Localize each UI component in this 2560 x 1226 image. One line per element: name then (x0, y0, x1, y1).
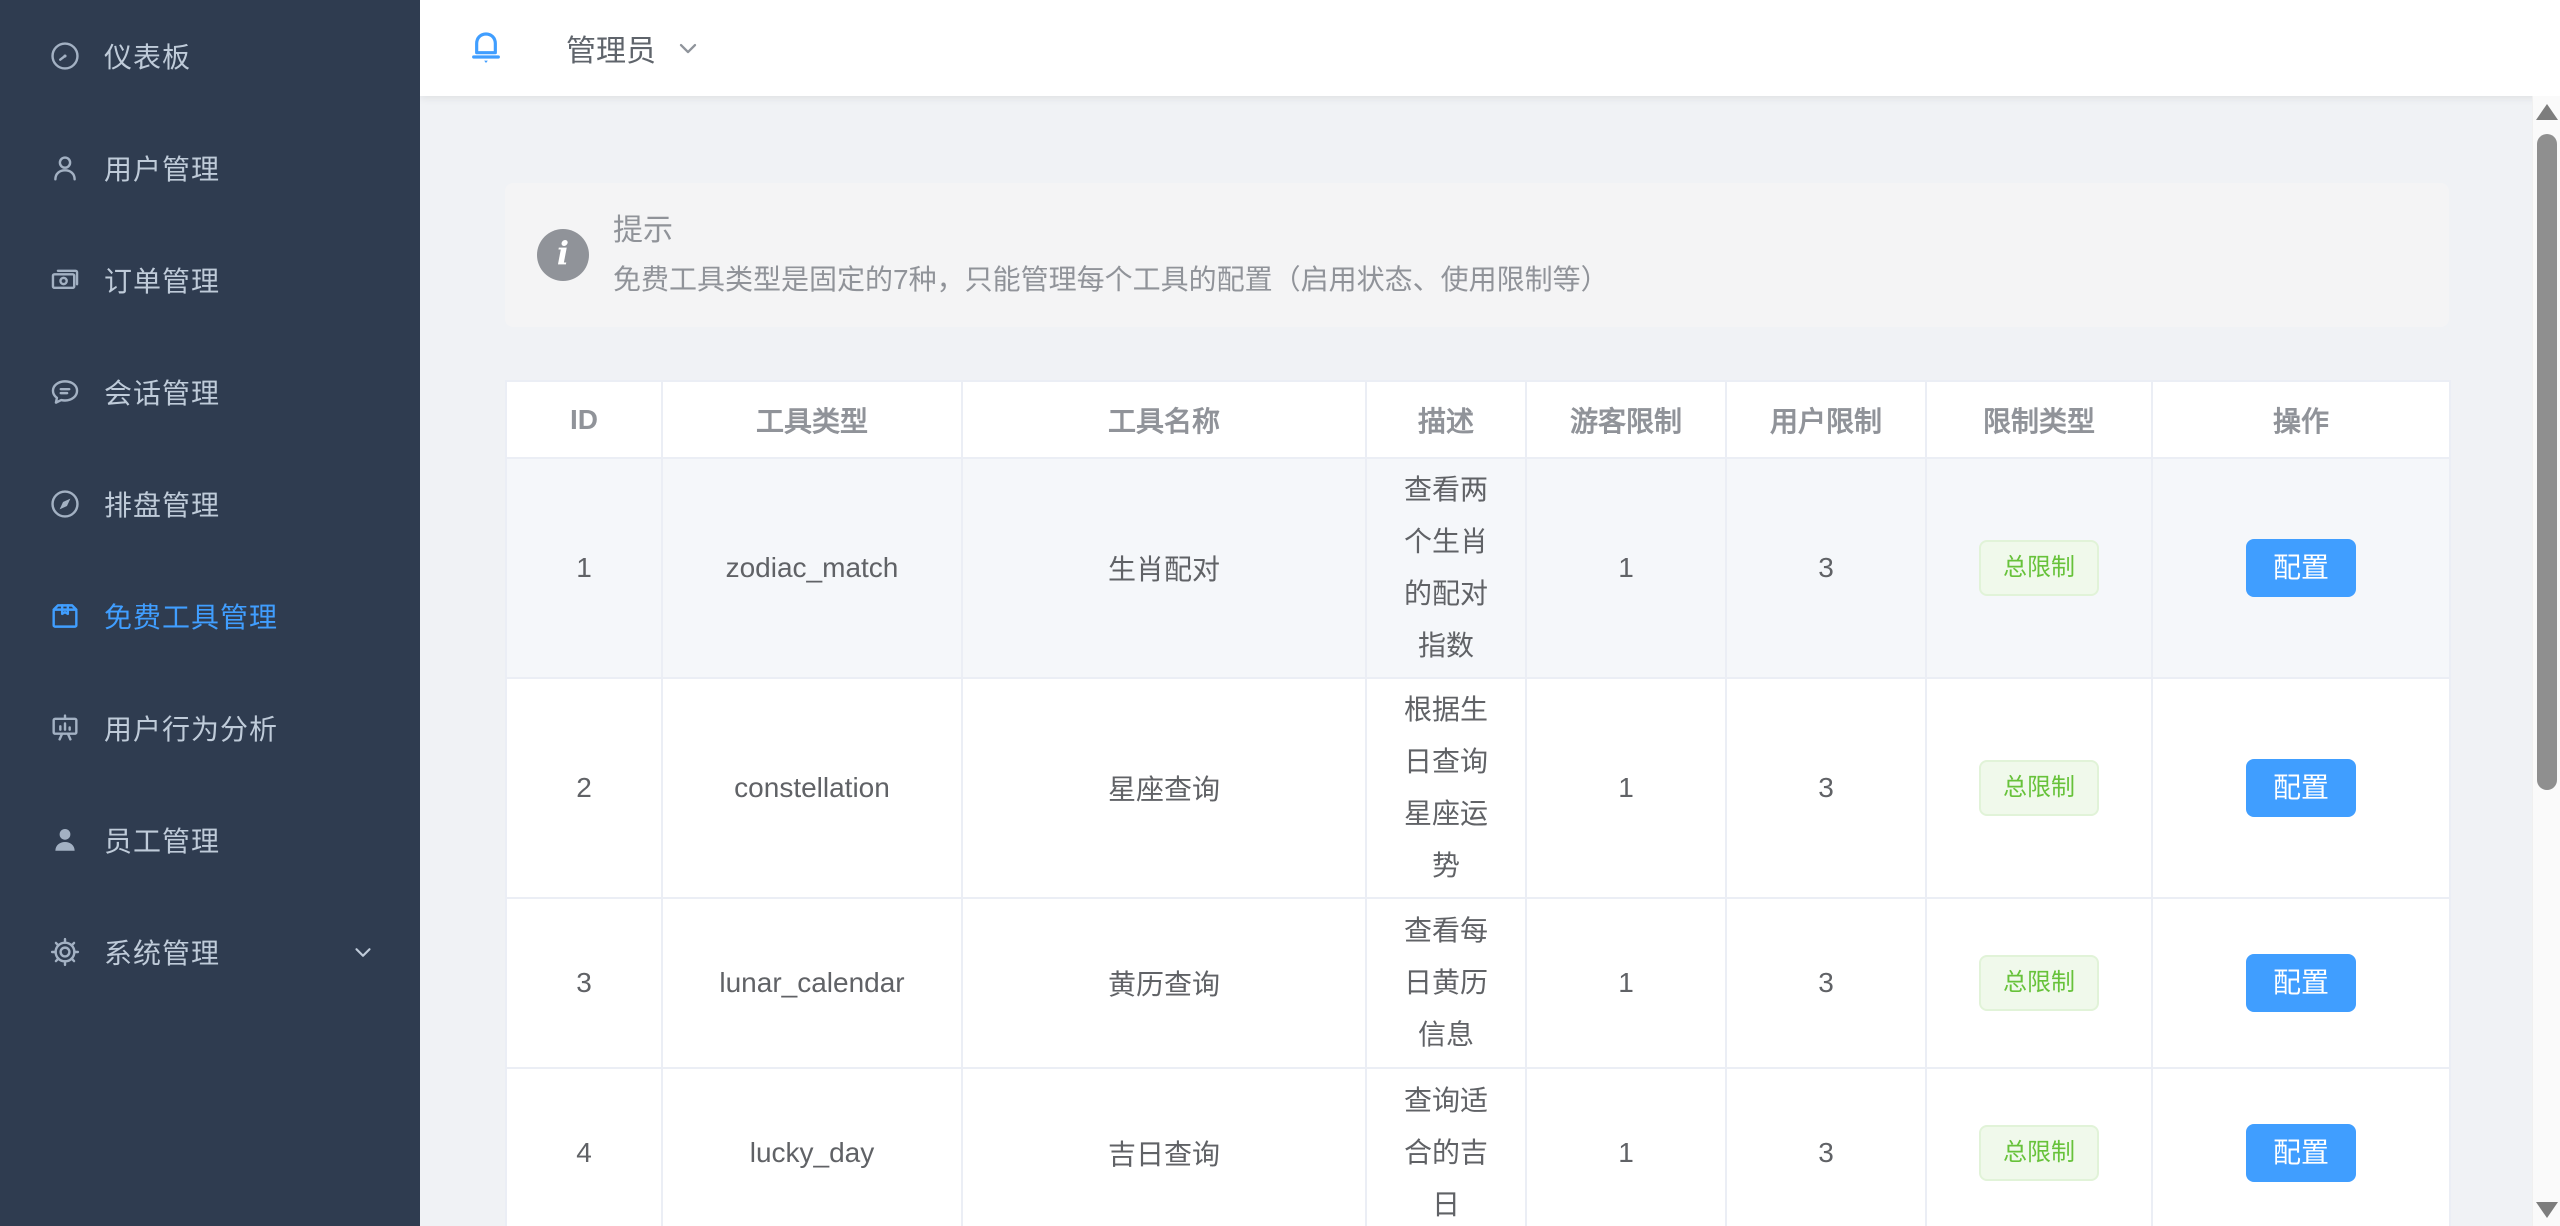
topbar: 管理员 (420, 0, 2560, 96)
chat-icon (48, 375, 82, 409)
alert-title: 提示 (613, 211, 1609, 251)
cell-tool-type: lunar_calendar (662, 898, 962, 1068)
chevron-down-icon (350, 939, 376, 965)
cell-user-limit: 3 (1726, 678, 1926, 898)
configure-button[interactable]: 配置 (2246, 1124, 2356, 1182)
app-root: 仪表板 用户管理 订单管理 会话管理 排盘管理 免费工具管理 用户行为分析 员工… (0, 0, 2560, 1226)
cell-description: 查询适合的吉日 (1366, 1068, 1526, 1226)
cell-user-limit: 3 (1726, 898, 1926, 1068)
cell-limit-type: 总限制 (1926, 1068, 2152, 1226)
cell-actions: 配置 (2152, 678, 2450, 898)
sidebar-item-behavior[interactable]: 用户行为分析 (0, 672, 420, 784)
cell-limit-type: 总限制 (1926, 678, 2152, 898)
cell-tool-name: 生肖配对 (962, 458, 1366, 678)
column-header: 操作 (2152, 381, 2450, 458)
cell-actions: 配置 (2152, 898, 2450, 1068)
sidebar-item-users[interactable]: 用户管理 (0, 112, 420, 224)
cell-limit-type: 总限制 (1926, 898, 2152, 1068)
configure-button[interactable]: 配置 (2246, 954, 2356, 1012)
column-header: 工具名称 (962, 381, 1366, 458)
sidebar-item-system[interactable]: 系统管理 (0, 896, 420, 1008)
cell-id: 1 (506, 458, 662, 678)
cell-user-limit: 3 (1726, 458, 1926, 678)
configure-button[interactable]: 配置 (2246, 539, 2356, 597)
sidebar-item-paipan[interactable]: 排盘管理 (0, 448, 420, 560)
info-icon: i (537, 229, 589, 281)
box-icon (48, 599, 82, 633)
alert-description: 免费工具类型是固定的7种，只能管理每个工具的配置（启用状态、使用限制等） (613, 261, 1609, 299)
main-content: i 提示 免费工具类型是固定的7种，只能管理每个工具的配置（启用状态、使用限制等… (420, 96, 2532, 1226)
table-row: 3 lunar_calendar 黄历查询 查看每日黄历信息 1 3 总限制 配… (506, 898, 2450, 1068)
table-row: 1 zodiac_match 生肖配对 查看两个生肖的配对指数 1 3 总限制 … (506, 458, 2450, 678)
cell-actions: 配置 (2152, 458, 2450, 678)
cell-tool-type: constellation (662, 678, 962, 898)
scroll-down-arrow[interactable] (2536, 1202, 2558, 1218)
cell-tool-type: lucky_day (662, 1068, 962, 1226)
compass-icon (48, 487, 82, 521)
cell-guest-limit: 1 (1526, 898, 1726, 1068)
column-header: 工具类型 (662, 381, 962, 458)
column-header: 描述 (1366, 381, 1526, 458)
cell-tool-type: zodiac_match (662, 458, 962, 678)
staff-icon (48, 823, 82, 857)
configure-button[interactable]: 配置 (2246, 759, 2356, 817)
sidebar-menu: 仪表板 用户管理 订单管理 会话管理 排盘管理 免费工具管理 用户行为分析 员工… (0, 0, 420, 1008)
user-menu[interactable]: 管理员 (566, 26, 702, 70)
column-header: 游客限制 (1526, 381, 1726, 458)
table-row: 2 constellation 星座查询 根据生日查询星座运势 1 3 总限制 … (506, 678, 2450, 898)
analytics-icon (48, 711, 82, 745)
info-alert: i 提示 免费工具类型是固定的7种，只能管理每个工具的配置（启用状态、使用限制等… (505, 183, 2449, 327)
tools-table: ID工具类型工具名称描述游客限制用户限制限制类型操作 1 zodiac_matc… (505, 380, 2449, 1226)
limit-type-badge: 总限制 (1979, 540, 2099, 596)
cell-description: 根据生日查询星座运势 (1366, 678, 1526, 898)
cell-guest-limit: 1 (1526, 678, 1726, 898)
scrollbar-thumb[interactable] (2537, 134, 2557, 790)
gauge-icon (48, 39, 82, 73)
bell-icon[interactable] (466, 26, 506, 70)
cell-guest-limit: 1 (1526, 458, 1726, 678)
cell-limit-type: 总限制 (1926, 458, 2152, 678)
cell-id: 3 (506, 898, 662, 1068)
column-header: 限制类型 (1926, 381, 2152, 458)
table-row: 4 lucky_day 吉日查询 查询适合的吉日 1 3 总限制 配置 (506, 1068, 2450, 1226)
column-header: 用户限制 (1726, 381, 1926, 458)
user-icon (48, 151, 82, 185)
sidebar-item-staff[interactable]: 员工管理 (0, 784, 420, 896)
user-name: 管理员 (566, 26, 656, 70)
chevron-down-icon (674, 34, 702, 62)
cell-description: 查看两个生肖的配对指数 (1366, 458, 1526, 678)
sidebar-item-orders[interactable]: 订单管理 (0, 224, 420, 336)
sidebar-item-dashboard[interactable]: 仪表板 (0, 0, 420, 112)
cell-description: 查看每日黄历信息 (1366, 898, 1526, 1068)
cell-actions: 配置 (2152, 1068, 2450, 1226)
limit-type-badge: 总限制 (1979, 1125, 2099, 1181)
sidebar-item-free-tools[interactable]: 免费工具管理 (0, 560, 420, 672)
cell-tool-name: 吉日查询 (962, 1068, 1366, 1226)
cell-tool-name: 星座查询 (962, 678, 1366, 898)
order-icon (48, 263, 82, 297)
limit-type-badge: 总限制 (1979, 760, 2099, 816)
cell-tool-name: 黄历查询 (962, 898, 1366, 1068)
scroll-up-arrow[interactable] (2536, 104, 2558, 120)
cell-id: 2 (506, 678, 662, 898)
column-header: ID (506, 381, 662, 458)
sidebar: 仪表板 用户管理 订单管理 会话管理 排盘管理 免费工具管理 用户行为分析 员工… (0, 0, 420, 1226)
cell-user-limit: 3 (1726, 1068, 1926, 1226)
cell-guest-limit: 1 (1526, 1068, 1726, 1226)
limit-type-badge: 总限制 (1979, 955, 2099, 1011)
gear-icon (48, 935, 82, 969)
vertical-scrollbar (2532, 96, 2560, 1226)
sidebar-item-sessions[interactable]: 会话管理 (0, 336, 420, 448)
table-header-row: ID工具类型工具名称描述游客限制用户限制限制类型操作 (506, 381, 2450, 458)
cell-id: 4 (506, 1068, 662, 1226)
